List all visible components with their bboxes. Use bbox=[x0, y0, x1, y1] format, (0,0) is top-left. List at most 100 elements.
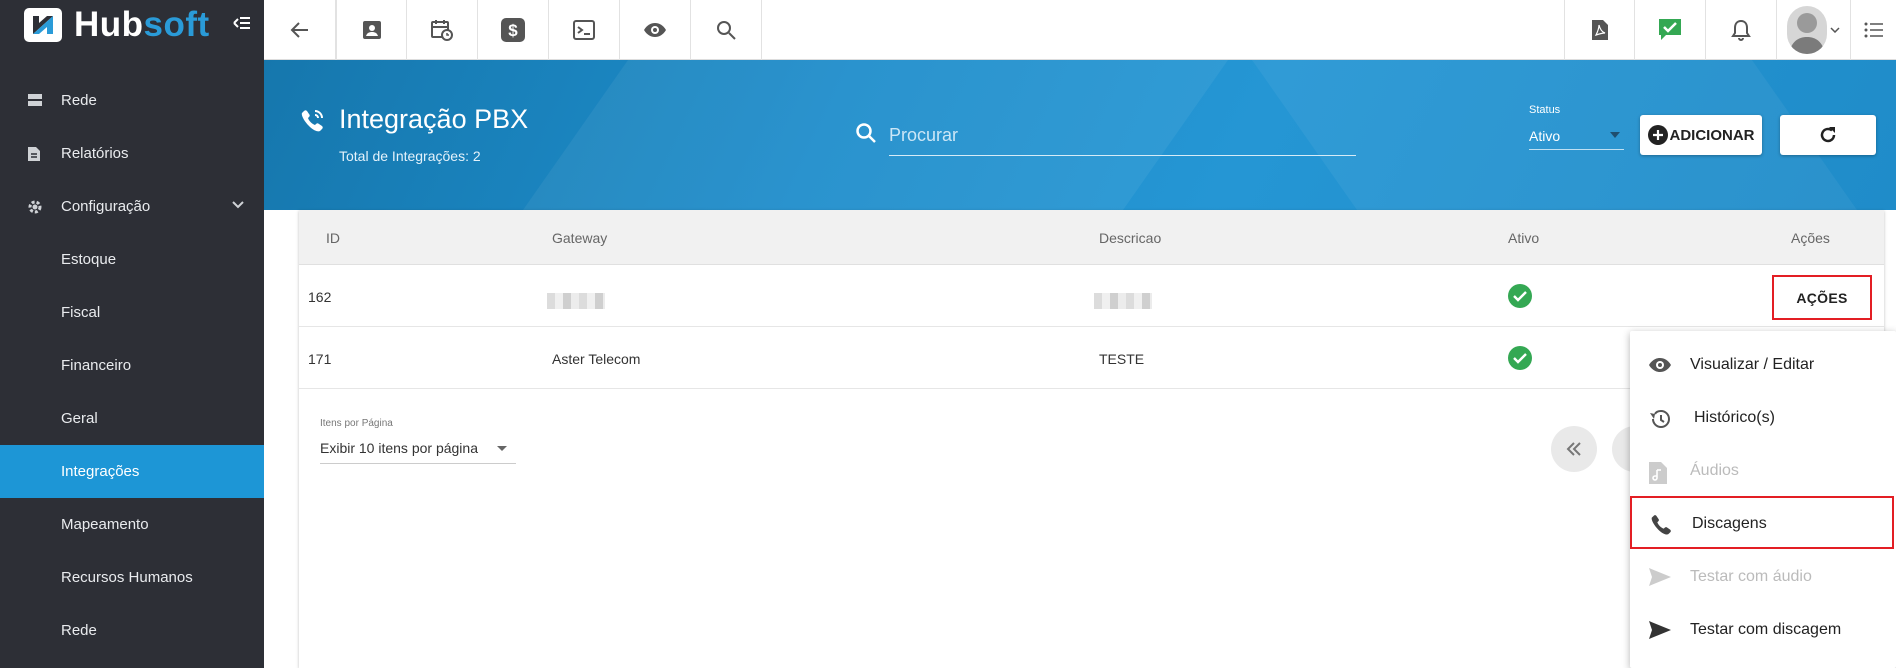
svg-text:$: $ bbox=[508, 21, 518, 40]
search-icon bbox=[717, 21, 736, 40]
column-header-id[interactable]: ID bbox=[326, 230, 340, 246]
collapse-menu-icon[interactable] bbox=[233, 16, 251, 30]
cell-id: 162 bbox=[308, 289, 332, 305]
sidebar-item-label: Rede bbox=[61, 92, 97, 109]
sidebar-item-recursos-humanos[interactable]: Recursos Humanos bbox=[0, 551, 264, 604]
sidebar-item-fiscal[interactable]: Fiscal bbox=[0, 286, 264, 339]
sidebar-item-label: Integrações bbox=[61, 463, 140, 480]
search-icon bbox=[855, 122, 877, 144]
contacts-button[interactable] bbox=[336, 0, 407, 60]
menu-item-label: Testar com discagem bbox=[1690, 621, 1842, 638]
active-check-icon bbox=[1508, 346, 1532, 370]
menu-item-discagens[interactable]: Discagens bbox=[1630, 496, 1894, 549]
items-per-page-select[interactable]: Exibir 10 itens por página bbox=[320, 432, 516, 464]
sidebar-item-financeiro[interactable]: Financeiro bbox=[0, 339, 264, 392]
table-row[interactable]: 162 AÇÕES bbox=[299, 265, 1884, 327]
add-button[interactable]: ADICIONAR bbox=[1640, 115, 1762, 155]
menu-item-testar-audio: Testar com áudio bbox=[1630, 551, 1896, 604]
menu-item-testar-discagem[interactable]: Testar com discagem bbox=[1630, 604, 1896, 657]
back-arrow-icon bbox=[290, 22, 308, 38]
sidebar-item-relatorios[interactable]: Relatórios bbox=[0, 127, 264, 180]
cell-descricao-redacted bbox=[1094, 293, 1152, 309]
sidebar-item-rede[interactable]: Rede bbox=[0, 74, 264, 127]
menu-item-label: Áudios bbox=[1690, 462, 1739, 479]
logo-mark-icon bbox=[24, 8, 62, 42]
search-input[interactable] bbox=[889, 116, 1356, 156]
logo-text: Hubsoft bbox=[74, 5, 210, 44]
menu-item-visualizar-editar[interactable]: Visualizar / Editar bbox=[1630, 339, 1896, 392]
column-header-descricao[interactable]: Descricao bbox=[1099, 230, 1161, 246]
sidebar-item-mapeamento[interactable]: Mapeamento bbox=[0, 498, 264, 551]
dropdown-arrow-icon bbox=[497, 446, 507, 451]
column-header-ativo[interactable]: Ativo bbox=[1508, 230, 1539, 246]
phone-icon bbox=[300, 109, 324, 133]
view-button[interactable] bbox=[620, 0, 691, 60]
first-page-button[interactable] bbox=[1551, 426, 1597, 472]
status-value: Ativo bbox=[1529, 127, 1561, 144]
items-per-page-label: Itens por Página bbox=[320, 418, 393, 429]
refresh-icon bbox=[1820, 127, 1836, 143]
chat-button[interactable] bbox=[1635, 0, 1706, 60]
pdf-icon bbox=[1591, 20, 1608, 40]
calendar-clock-icon bbox=[431, 20, 453, 41]
dropdown-arrow-icon bbox=[1610, 132, 1620, 138]
page-title: Integração PBX bbox=[339, 104, 529, 134]
dollar-icon: $ bbox=[501, 18, 525, 42]
logo-text-hub: Hub bbox=[74, 5, 144, 44]
eye-icon bbox=[644, 23, 666, 37]
terminal-icon bbox=[573, 20, 595, 40]
actions-button[interactable]: AÇÕES bbox=[1772, 275, 1872, 320]
cell-gateway: Aster Telecom bbox=[552, 351, 641, 367]
schedule-button[interactable] bbox=[407, 0, 478, 60]
sidebar-item-integracoes[interactable]: Integrações bbox=[0, 445, 264, 498]
history-icon bbox=[1648, 408, 1672, 430]
finance-button[interactable]: $ bbox=[478, 0, 549, 60]
logo[interactable]: Hubsoft bbox=[24, 5, 210, 44]
sidebar-item-label: Mapeamento bbox=[61, 516, 149, 533]
double-chevron-left-icon bbox=[1566, 442, 1581, 456]
sidebar-item-configuracao[interactable]: Configuração bbox=[0, 180, 264, 233]
menu-item-historico[interactable]: Histórico(s) bbox=[1630, 392, 1896, 445]
sidebar-nav: Rede Relatórios Configuração Estoque Fis… bbox=[0, 74, 264, 657]
refresh-button[interactable] bbox=[1780, 115, 1876, 155]
menu-item-label: Testar com áudio bbox=[1690, 568, 1812, 585]
status-label: Status bbox=[1529, 104, 1561, 116]
column-header-gateway[interactable]: Gateway bbox=[552, 230, 607, 246]
back-button[interactable] bbox=[264, 0, 336, 60]
sidebar-item-geral[interactable]: Geral bbox=[0, 392, 264, 445]
column-header-acoes: Ações bbox=[1791, 230, 1830, 246]
document-icon bbox=[27, 146, 41, 162]
menu-item-label: Visualizar / Editar bbox=[1690, 356, 1815, 373]
contact-card-icon bbox=[362, 21, 381, 39]
menu-item-label: Discagens bbox=[1692, 515, 1767, 532]
active-check-icon bbox=[1508, 284, 1532, 308]
notifications-button[interactable] bbox=[1706, 0, 1777, 60]
page-subtitle: Total de Integrações: 2 bbox=[339, 148, 481, 164]
phone-icon bbox=[1650, 514, 1672, 536]
search-button[interactable] bbox=[691, 0, 762, 60]
chevron-down-icon bbox=[232, 201, 244, 209]
menu-item-audios: Áudios bbox=[1630, 445, 1896, 498]
sidebar-item-label: Rede bbox=[61, 622, 97, 639]
menu-list-button[interactable] bbox=[1851, 0, 1896, 60]
table-header: ID Gateway Descricao Ativo Ações bbox=[299, 210, 1884, 265]
sidebar-item-rede-2[interactable]: Rede bbox=[0, 604, 264, 657]
sidebar-item-estoque[interactable]: Estoque bbox=[0, 233, 264, 286]
send-icon bbox=[1648, 567, 1672, 587]
list-icon bbox=[1864, 22, 1883, 38]
terminal-button[interactable] bbox=[549, 0, 620, 60]
gear-icon bbox=[27, 199, 43, 215]
cell-descricao: TESTE bbox=[1099, 351, 1145, 367]
cell-gateway-redacted bbox=[547, 293, 605, 309]
chevron-down-icon bbox=[1830, 27, 1840, 33]
menu-item-label: Histórico(s) bbox=[1694, 409, 1775, 426]
server-icon bbox=[27, 93, 43, 108]
user-menu[interactable] bbox=[1777, 0, 1851, 60]
sidebar: Hubsoft Rede Relatórios Configuração Est… bbox=[0, 0, 264, 668]
sidebar-item-label: Geral bbox=[61, 410, 98, 427]
topbar: $ bbox=[264, 0, 1896, 60]
pdf-button[interactable] bbox=[1564, 0, 1635, 60]
status-select[interactable]: Ativo bbox=[1529, 122, 1624, 150]
sidebar-item-label: Financeiro bbox=[61, 357, 132, 374]
items-per-page-value: Exibir 10 itens por página bbox=[320, 439, 478, 456]
